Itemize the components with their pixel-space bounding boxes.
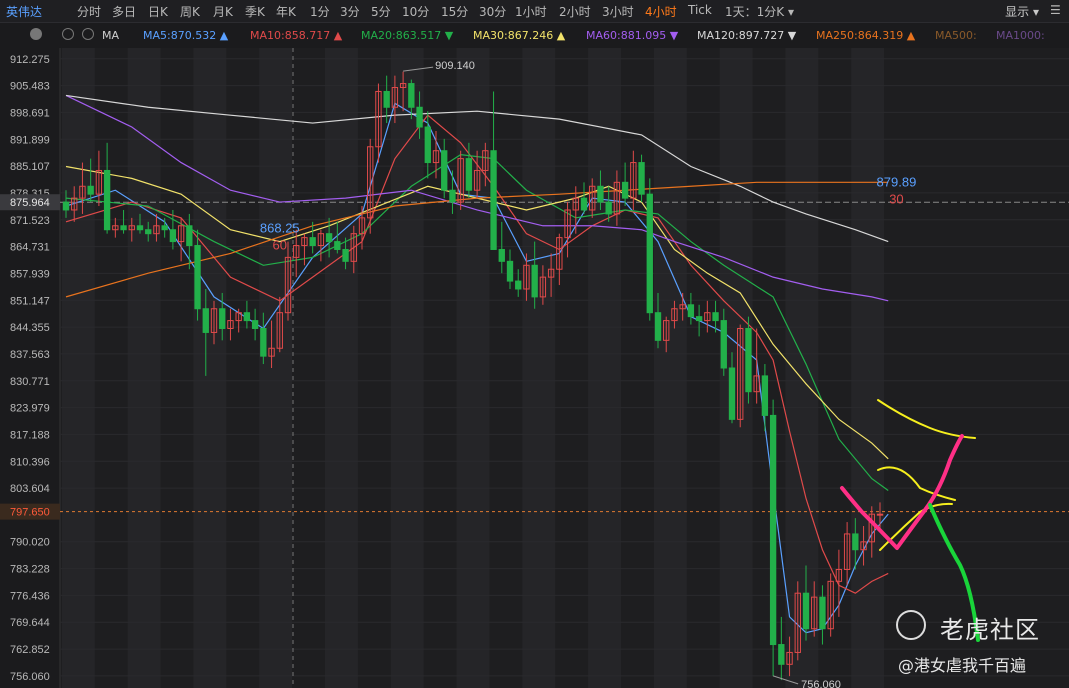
- session-band: [259, 48, 293, 688]
- candle-body[interactable]: [761, 375, 769, 416]
- annotation-price: 868.25: [260, 221, 300, 236]
- annotation-price: 879.89: [877, 175, 917, 190]
- candle-body[interactable]: [325, 233, 333, 243]
- y-tick-label: 851.147: [10, 295, 50, 307]
- candle-body[interactable]: [712, 312, 719, 322]
- candle-body[interactable]: [819, 596, 826, 630]
- y-tick-label: 803.604: [10, 483, 50, 495]
- candle-body[interactable]: [506, 260, 514, 282]
- candle-body[interactable]: [202, 308, 209, 333]
- y-tick-label: 783.228: [10, 564, 50, 576]
- session-band: [588, 48, 621, 688]
- candle-body[interactable]: [687, 304, 695, 318]
- annotation-count: 30: [889, 192, 903, 207]
- candle-body[interactable]: [695, 316, 703, 322]
- candle-body[interactable]: [638, 162, 645, 195]
- price-chart[interactable]: 912.275905.483898.691891.899885.107878.3…: [0, 0, 1069, 688]
- y-tick-label: 912.275: [10, 54, 50, 66]
- candle-body[interactable]: [424, 126, 431, 164]
- y-tick-label: 823.979: [10, 403, 50, 415]
- y-tick-label: 871.523: [10, 215, 50, 227]
- watermark-brand: 老虎社区: [940, 616, 1040, 644]
- candle-body[interactable]: [490, 150, 497, 250]
- y-tick-label: 756.060: [10, 671, 50, 683]
- session-band: [325, 48, 358, 688]
- candle-body[interactable]: [342, 248, 349, 262]
- candle-body[interactable]: [383, 90, 390, 108]
- y-tick-label: 790.020: [10, 537, 50, 549]
- y-tick-label: 817.188: [10, 429, 50, 441]
- y-tick-label: 837.563: [10, 349, 50, 361]
- y-tick-label: 830.771: [10, 376, 50, 388]
- tiger-logo-icon: [896, 610, 926, 640]
- crosshair-price-label: 875.964: [10, 197, 50, 209]
- y-tick-label: 891.899: [10, 134, 50, 146]
- candle-body[interactable]: [605, 201, 612, 215]
- y-tick-label: 898.691: [10, 107, 50, 119]
- candle-body[interactable]: [416, 106, 423, 128]
- y-tick-label: 864.731: [10, 242, 50, 254]
- session-band: [390, 48, 424, 688]
- session-band: [785, 48, 819, 688]
- candle-body[interactable]: [580, 197, 588, 211]
- candle-body[interactable]: [136, 225, 144, 231]
- y-tick-label: 769.644: [10, 617, 50, 629]
- y-tick-label: 905.483: [10, 81, 50, 93]
- candle-body[interactable]: [251, 320, 259, 329]
- min-price-label: 756.060: [801, 679, 841, 688]
- candle-body[interactable]: [243, 312, 251, 322]
- y-tick-label: 844.355: [10, 322, 50, 334]
- candle-body[interactable]: [802, 592, 810, 630]
- candle-body[interactable]: [876, 513, 884, 516]
- annotation-count: 60: [273, 238, 287, 253]
- y-tick-label: 762.852: [10, 644, 50, 656]
- candle-body[interactable]: [852, 533, 859, 551]
- current-price-label: 797.650: [10, 507, 50, 519]
- candle-body[interactable]: [334, 241, 341, 250]
- candle-body[interactable]: [597, 185, 604, 203]
- candle-body[interactable]: [441, 150, 448, 191]
- y-tick-label: 776.436: [10, 590, 50, 602]
- candle-body[interactable]: [408, 83, 415, 108]
- candle-body[interactable]: [145, 229, 152, 235]
- candle-body[interactable]: [745, 327, 752, 393]
- candle-body[interactable]: [169, 229, 177, 243]
- candle-body[interactable]: [219, 308, 226, 329]
- session-band: [61, 48, 95, 688]
- session-band: [653, 48, 687, 688]
- candle-body[interactable]: [449, 189, 456, 203]
- y-tick-label: 857.939: [10, 268, 50, 280]
- candle-body[interactable]: [87, 185, 94, 195]
- candle-body[interactable]: [186, 225, 193, 247]
- candle-body[interactable]: [194, 245, 201, 310]
- candle-body[interactable]: [769, 414, 777, 646]
- candle-body[interactable]: [465, 158, 473, 191]
- candle-body[interactable]: [103, 169, 111, 231]
- candle-body[interactable]: [728, 367, 736, 420]
- candle-body[interactable]: [161, 225, 168, 231]
- candle-body[interactable]: [260, 327, 267, 357]
- candle-body[interactable]: [531, 264, 538, 298]
- candle-body[interactable]: [654, 312, 662, 341]
- session-band: [193, 48, 227, 688]
- watermark-author: @港女虐我千百遍: [898, 656, 1027, 675]
- candle-body[interactable]: [120, 225, 127, 231]
- session-band: [522, 48, 556, 688]
- y-tick-label: 885.107: [10, 161, 50, 173]
- candle-body[interactable]: [778, 644, 785, 665]
- candle-body[interactable]: [62, 201, 70, 211]
- candle-body[interactable]: [515, 280, 522, 290]
- candle-body[interactable]: [720, 320, 727, 369]
- candle-body[interactable]: [621, 181, 629, 199]
- candle-body[interactable]: [646, 193, 653, 314]
- y-tick-label: 810.396: [10, 456, 50, 468]
- candle-body[interactable]: [498, 248, 505, 262]
- candle-body[interactable]: [309, 237, 316, 247]
- max-price-label: 909.140: [435, 60, 475, 72]
